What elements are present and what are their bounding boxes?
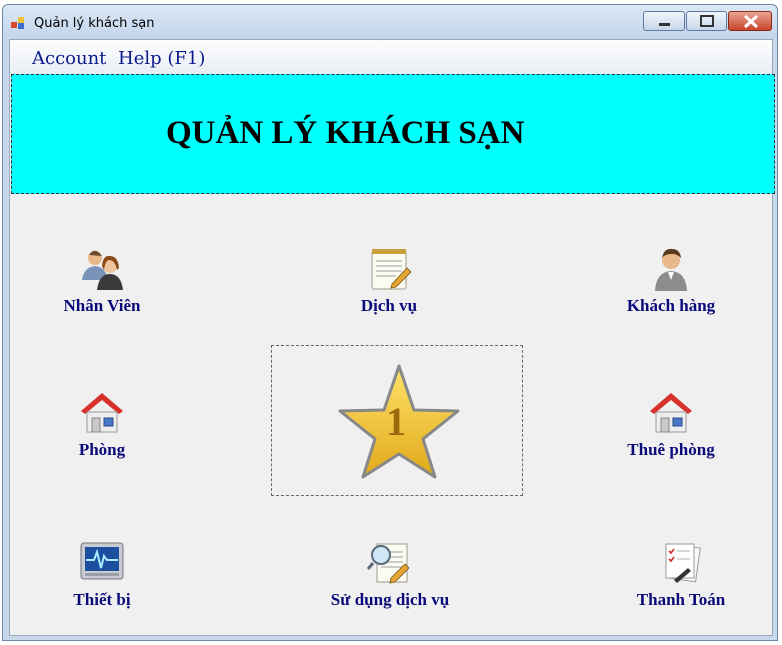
tile-su-dung-dich-vu[interactable]: Sử dụng dịch vụ xyxy=(310,540,470,610)
tile-phong[interactable]: Phòng xyxy=(52,390,152,460)
menu-account[interactable]: Account xyxy=(32,48,106,69)
client-area: Account Help (F1) QUẢN LÝ KHÁCH SẠN Nhân… xyxy=(9,39,775,636)
tile-thiet-bi[interactable]: Thiết bị xyxy=(52,540,152,610)
tile-dich-vu[interactable]: Dịch vụ xyxy=(339,246,439,316)
header-banner: QUẢN LÝ KHÁCH SẠN xyxy=(11,74,775,194)
house-icon xyxy=(81,393,123,433)
tile-label: Thuê phòng xyxy=(627,440,715,459)
app-window: Quản lý khách sạn Account Help (F1) QUẢN… xyxy=(2,4,778,641)
star-number: 1 xyxy=(386,399,406,444)
menu-help[interactable]: Help (F1) xyxy=(118,48,205,69)
monitor-icon xyxy=(80,542,124,580)
tile-label: Phòng xyxy=(78,440,126,459)
minimize-icon xyxy=(659,23,670,26)
maximize-icon xyxy=(700,15,714,27)
tile-khach-hang[interactable]: Khách hàng xyxy=(616,246,726,316)
tile-thanh-toan[interactable]: Thanh Toán xyxy=(626,540,736,610)
tile-label: Thanh Toán xyxy=(636,590,726,609)
search-document-icon xyxy=(367,543,410,584)
page-title: QUẢN LÝ KHÁCH SẠN xyxy=(166,115,525,151)
maximize-button[interactable] xyxy=(686,11,727,31)
checklist-icon xyxy=(665,543,701,583)
close-button[interactable] xyxy=(728,11,772,31)
center-star-panel: 1 xyxy=(271,345,523,496)
close-icon xyxy=(743,14,759,29)
tile-label: Khách hàng xyxy=(626,296,716,315)
window-title: Quản lý khách sạn xyxy=(34,16,155,31)
tile-label: Thiết bị xyxy=(73,590,131,609)
tile-nhan-vien[interactable]: Nhân Viên xyxy=(52,246,152,316)
tile-label: Nhân Viên xyxy=(63,296,141,315)
tile-label: Sử dụng dịch vụ xyxy=(330,590,450,609)
app-icon xyxy=(11,17,24,29)
menu-bar: Account Help (F1) xyxy=(10,40,772,74)
user-icon xyxy=(655,248,687,291)
house-icon xyxy=(650,393,692,433)
tile-thue-phong[interactable]: Thuê phòng xyxy=(616,390,726,460)
tile-label: Dịch vụ xyxy=(360,296,418,315)
notepad-icon xyxy=(371,249,412,290)
title-bar[interactable]: Quản lý khách sạn xyxy=(3,5,777,39)
minimize-button[interactable] xyxy=(643,11,685,31)
users-icon xyxy=(82,250,123,290)
